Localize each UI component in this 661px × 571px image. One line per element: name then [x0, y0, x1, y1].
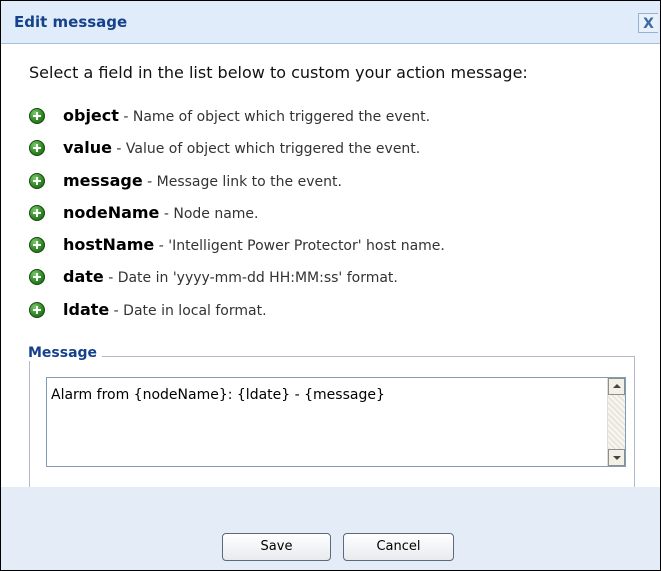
scroll-up-icon[interactable] [608, 378, 625, 395]
field-item-nodename[interactable]: nodeName - Node name. [29, 202, 629, 224]
add-icon[interactable] [29, 140, 45, 156]
add-icon[interactable] [29, 205, 45, 221]
scroll-track[interactable] [608, 395, 625, 449]
add-icon[interactable] [29, 302, 45, 318]
field-item-ldate[interactable]: ldate - Date in local format. [29, 299, 629, 321]
cancel-button[interactable]: Cancel [343, 533, 454, 561]
field-description: - Message link to the event. [142, 174, 342, 190]
message-textarea[interactable]: Alarm from {nodeName}: {ldate} - {messag… [46, 377, 626, 467]
field-name: hostName [63, 235, 155, 254]
field-name: message [63, 171, 143, 190]
field-name: value [63, 138, 112, 157]
message-legend: Message [23, 345, 103, 361]
message-value: Alarm from {nodeName}: {ldate} - {messag… [51, 387, 385, 403]
field-item-value[interactable]: value - Value of object which triggered … [29, 137, 629, 159]
dialog-titlebar: Edit message X [1, 1, 660, 44]
field-item-date[interactable]: date - Date in 'yyyy-mm-dd HH:MM:ss' for… [29, 266, 629, 288]
add-icon[interactable] [29, 269, 45, 285]
field-description: - Name of object which triggered the eve… [118, 109, 431, 125]
edit-message-dialog: Edit message X Select a field in the lis… [0, 0, 661, 571]
field-description: - Date in local format. [109, 303, 267, 319]
instruction-text: Select a field in the list below to cust… [29, 63, 528, 82]
dialog-title: Edit message [14, 13, 128, 31]
field-item-object[interactable]: object - Name of object which triggered … [29, 105, 629, 127]
field-description: - 'Intelligent Power Protector' host nam… [154, 238, 445, 254]
close-icon[interactable]: X [638, 13, 658, 33]
field-item-message[interactable]: message - Message link to the event. [29, 170, 629, 192]
field-description: - Value of object which triggered the ev… [111, 141, 421, 157]
scroll-down-icon[interactable] [608, 449, 625, 466]
add-icon[interactable] [29, 237, 45, 253]
add-icon[interactable] [29, 108, 45, 124]
field-name: object [63, 106, 119, 125]
field-name: ldate [63, 300, 110, 319]
message-scrollbar[interactable] [607, 378, 625, 466]
field-name: date [63, 267, 104, 286]
save-button[interactable]: Save [222, 533, 331, 561]
field-name: nodeName [63, 203, 160, 222]
field-description: - Date in 'yyyy-mm-dd HH:MM:ss' format. [103, 270, 398, 286]
add-icon[interactable] [29, 173, 45, 189]
field-item-hostname[interactable]: hostName - 'Intelligent Power Protector'… [29, 234, 629, 256]
field-description: - Node name. [159, 206, 259, 222]
